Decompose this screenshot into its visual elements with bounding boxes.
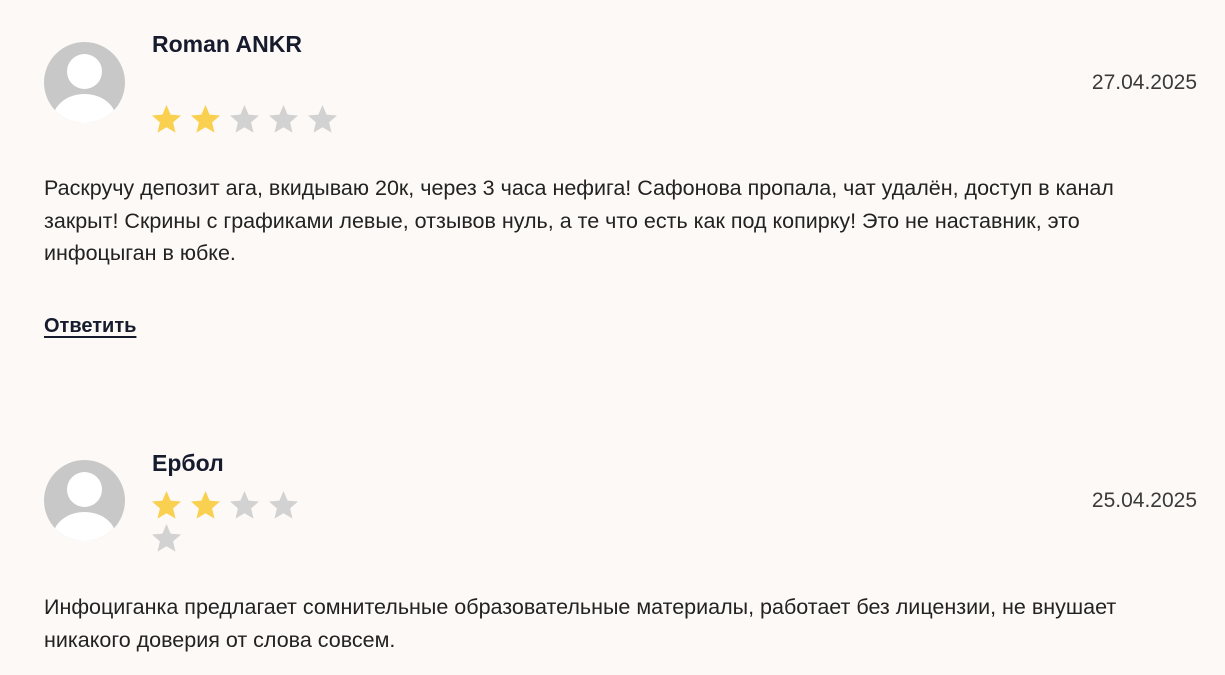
star-empty-icon: [230, 105, 259, 133]
review-date: 27.04.2025: [1091, 71, 1197, 94]
review-author: Ербол: [152, 450, 224, 476]
star-empty-icon: [308, 105, 337, 133]
star-filled-icon: [152, 105, 181, 133]
reply-link[interactable]: Ответить: [44, 316, 136, 336]
user-avatar-icon: [44, 42, 125, 123]
review-author: Roman ANKR: [152, 31, 302, 57]
star-filled-icon: [191, 105, 220, 133]
review-date: 25.04.2025: [1091, 489, 1197, 512]
star-empty-icon: [269, 105, 298, 133]
rating-stars: [150, 489, 310, 555]
star-empty-icon: [269, 491, 298, 519]
review-text: Инфоциганка предлагает сомнительные обра…: [44, 595, 1117, 652]
star-filled-icon: [152, 491, 181, 519]
star-empty-icon: [230, 491, 259, 519]
user-avatar-icon: [44, 460, 125, 541]
rating-stars: [150, 103, 350, 136]
review-text: Раскручу депозит ага, вкидываю 20к, чере…: [44, 176, 1114, 265]
star-filled-icon: [191, 491, 220, 519]
star-empty-icon: [152, 524, 181, 552]
